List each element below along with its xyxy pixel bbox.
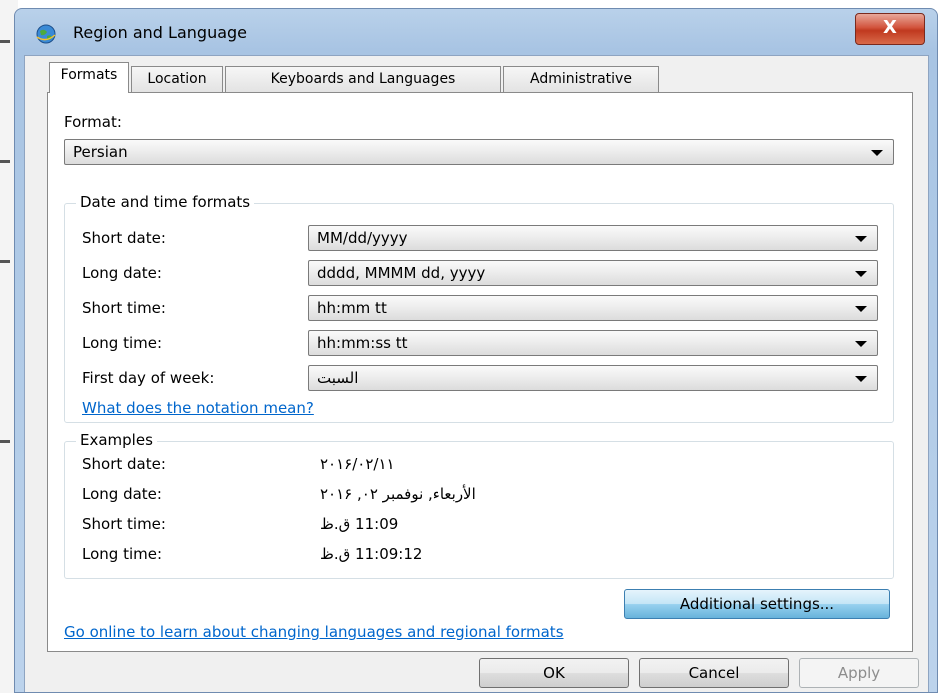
tab-administrative[interactable]: Administrative: [503, 66, 659, 92]
example-short-time-label: Short time:: [82, 515, 166, 533]
long-date-select[interactable]: dddd, MMMM dd, yyyy: [308, 260, 878, 286]
short-date-value: MM/dd/yyyy: [317, 229, 408, 247]
background-mark: [0, 260, 10, 263]
example-long-date-value: الأربعاء, نوفمبر ٠٢, ٢٠١۶: [320, 485, 476, 503]
short-date-label: Short date:: [82, 229, 166, 247]
background-mark: [0, 160, 10, 163]
chevron-down-icon: [855, 376, 867, 382]
example-short-date-value: ٢٠١۶/٠٢/١١: [320, 455, 395, 473]
ok-button[interactable]: OK: [479, 658, 629, 688]
region-language-window: Region and Language X Formats Location K…: [14, 8, 938, 693]
long-date-value: dddd, MMMM dd, yyyy: [317, 264, 486, 282]
short-time-value: hh:mm tt: [317, 299, 387, 317]
first-day-of-week-label: First day of week:: [82, 369, 215, 387]
format-select-value: Persian: [73, 143, 128, 161]
date-time-formats-title: Date and time formats: [76, 193, 255, 211]
title-bar[interactable]: Region and Language X: [15, 9, 937, 55]
example-long-date-label: Long date:: [82, 485, 162, 503]
background-mark: [0, 40, 10, 43]
example-short-time-value: 11:09 ق.ظ: [320, 515, 399, 533]
long-time-label: Long time:: [82, 334, 163, 352]
background-mark: [0, 440, 10, 443]
apply-button[interactable]: Apply: [799, 658, 919, 688]
cancel-button[interactable]: Cancel: [639, 658, 789, 688]
long-time-value: hh:mm:ss tt: [317, 334, 408, 352]
examples-group: [64, 441, 894, 579]
long-time-select[interactable]: hh:mm:ss tt: [308, 330, 878, 356]
first-day-of-week-select[interactable]: السبت: [308, 365, 878, 391]
chevron-down-icon: [855, 236, 867, 242]
notation-help-link[interactable]: What does the notation mean?: [82, 399, 314, 417]
short-time-label: Short time:: [82, 299, 166, 317]
globe-icon: [36, 24, 56, 44]
tab-formats[interactable]: Formats: [49, 62, 129, 93]
format-label: Format:: [64, 113, 122, 131]
chevron-down-icon: [855, 341, 867, 347]
format-select[interactable]: Persian: [64, 139, 894, 165]
first-day-of-week-value: السبت: [317, 369, 359, 387]
additional-settings-button[interactable]: Additional settings...: [624, 589, 890, 619]
tab-keyboards-and-languages[interactable]: Keyboards and Languages: [225, 66, 501, 92]
online-help-link[interactable]: Go online to learn about changing langua…: [64, 623, 564, 641]
chevron-down-icon: [855, 271, 867, 277]
example-long-time-label: Long time:: [82, 545, 163, 563]
window-title: Region and Language: [73, 23, 248, 42]
formats-tab-panel: Format: Persian Date and time formats Sh…: [47, 92, 913, 652]
dialog-client-area: Formats Location Keyboards and Languages…: [24, 55, 929, 692]
long-date-label: Long date:: [82, 264, 162, 282]
short-date-select[interactable]: MM/dd/yyyy: [308, 225, 878, 251]
close-button[interactable]: X: [855, 13, 925, 45]
tab-location[interactable]: Location: [131, 66, 223, 92]
example-short-date-label: Short date:: [82, 455, 166, 473]
chevron-down-icon: [871, 150, 883, 156]
short-time-select[interactable]: hh:mm tt: [308, 295, 878, 321]
examples-title: Examples: [76, 431, 157, 449]
chevron-down-icon: [855, 306, 867, 312]
example-long-time-value: 11:09:12 ق.ظ: [320, 545, 423, 563]
